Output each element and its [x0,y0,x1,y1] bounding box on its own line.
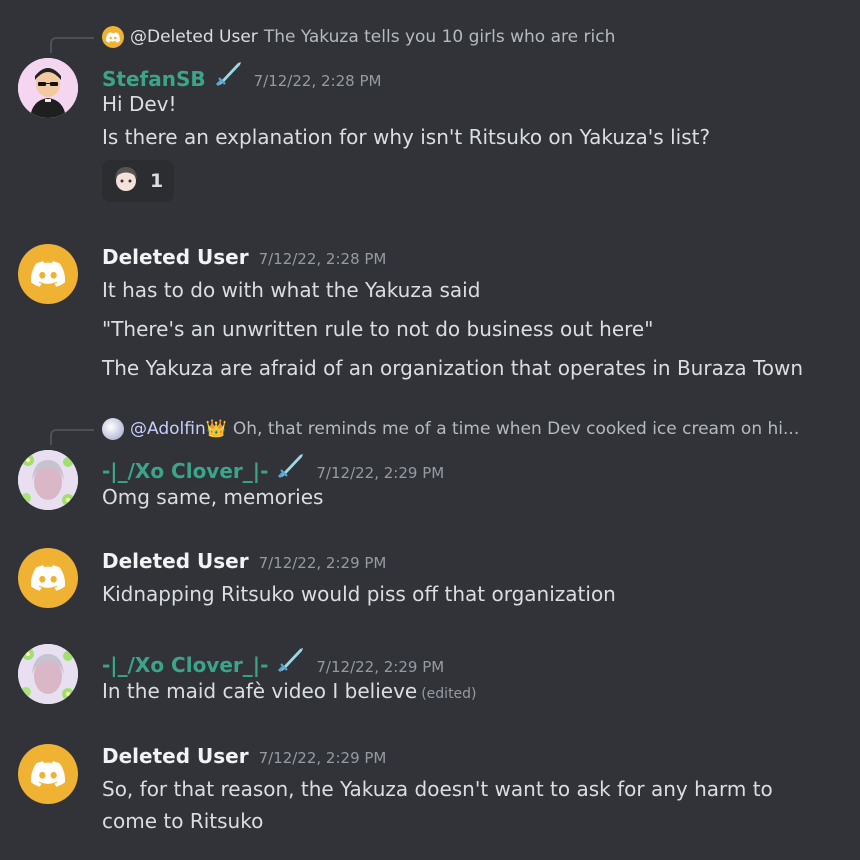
timestamp: 7/12/22, 2:29 PM [258,749,387,767]
reaction-count: 1 [150,170,164,192]
sword-badge-icon [214,60,244,87]
message-text-body: In the maid cafè video I believe [102,679,418,703]
avatar[interactable] [18,450,78,510]
edited-label: (edited) [421,686,477,702]
anime-girl-emoji-icon [112,165,140,197]
message-text: The Yakuza are afraid of an organization… [102,356,804,380]
reply-author[interactable]: @Adolfin👑 [130,419,227,439]
avatar[interactable] [18,244,78,304]
message-header: -|_/Xo Clover_|- 7/12/22, 2:29 PM [102,452,444,483]
message-text: Hi Dev! [102,92,177,116]
discord-logo-icon [31,565,65,591]
message-text: "There's an unwritten rule to not do bus… [102,317,654,341]
reply-avatar [102,418,124,440]
discord-logo-icon [102,26,124,48]
avatar[interactable] [18,744,78,804]
author-name[interactable]: Deleted User [102,549,249,573]
message-header: Deleted User 7/12/22, 2:28 PM [102,245,386,269]
author-name[interactable]: Deleted User [102,744,249,768]
avatar[interactable] [18,548,78,608]
message-text: So, for that reason, the Yakuza doesn't … [102,777,773,801]
message-text: Kidnapping Ritsuko would piss off that o… [102,582,616,606]
author-name[interactable]: -|_/Xo Clover_|- [102,653,268,677]
message-header: Deleted User 7/12/22, 2:29 PM [102,744,386,768]
message-text: In the maid cafè video I believe (edited) [102,679,477,703]
reply-connector [50,37,94,53]
message-text: come to Ritsuko [102,809,264,833]
timestamp: 7/12/22, 2:29 PM [316,658,445,676]
reply-author[interactable]: @Deleted User [130,27,258,47]
author-name[interactable]: Deleted User [102,245,249,269]
author-name[interactable]: -|_/Xo Clover_|- [102,459,268,483]
timestamp: 7/12/22, 2:28 PM [258,250,387,268]
reaction-button[interactable]: 1 [102,160,174,202]
author-name[interactable]: StefanSB [102,67,206,91]
message-header: -|_/Xo Clover_|- 7/12/22, 2:29 PM [102,646,444,677]
message-text: Omg same, memories [102,485,324,509]
timestamp: 7/12/22, 2:28 PM [253,72,382,90]
message-header: Deleted User 7/12/22, 2:29 PM [102,549,386,573]
message-text: It has to do with what the Yakuza said [102,278,481,302]
reply-text[interactable]: The Yakuza tells you 10 girls who are ri… [264,27,616,47]
avatar[interactable] [18,58,78,118]
discord-logo-icon [31,261,65,287]
discord-logo-icon [31,761,65,787]
message-header: StefanSB 7/12/22, 2:28 PM [102,60,381,91]
timestamp: 7/12/22, 2:29 PM [316,464,445,482]
sword-badge-icon [276,452,306,479]
avatar[interactable] [18,644,78,704]
reply-connector [50,429,94,445]
reply-text[interactable]: Oh, that reminds me of a time when Dev c… [233,419,799,439]
message-text: Is there an explanation for why isn't Ri… [102,125,711,149]
sword-badge-icon [276,646,306,673]
timestamp: 7/12/22, 2:29 PM [258,554,387,572]
